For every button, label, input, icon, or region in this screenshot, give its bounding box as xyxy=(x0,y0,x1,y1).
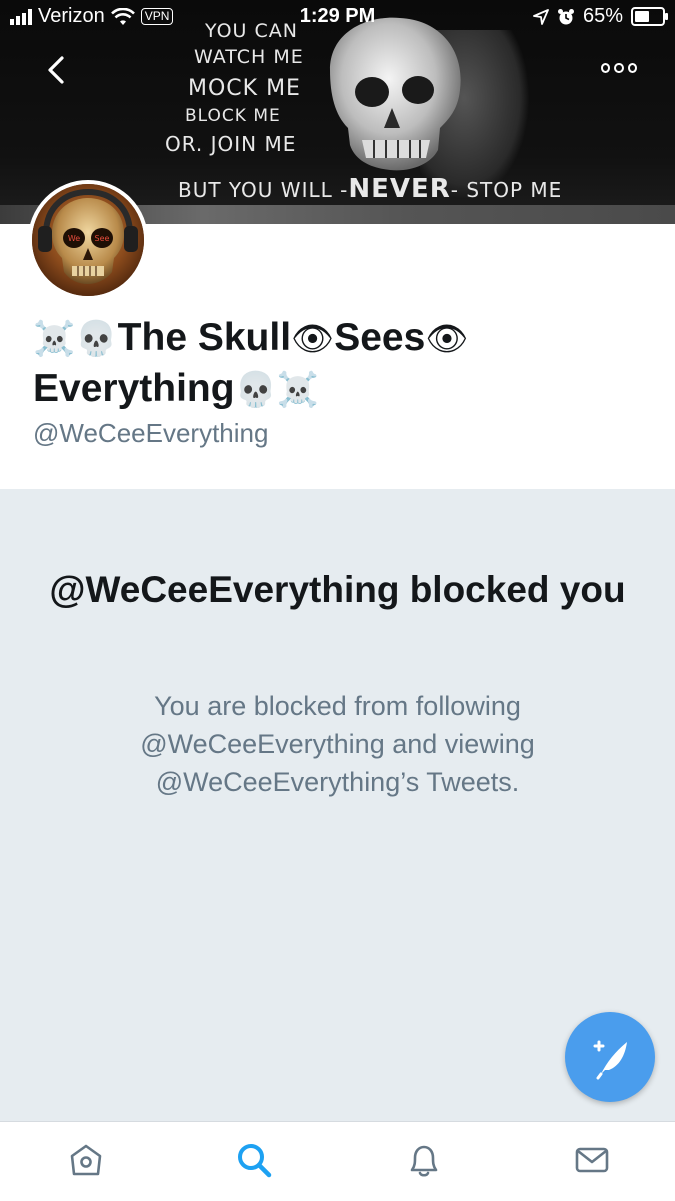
search-icon xyxy=(238,1144,272,1178)
tab-notifications[interactable] xyxy=(402,1138,446,1182)
display-name-text: The Skull xyxy=(117,316,292,359)
home-icon xyxy=(70,1144,102,1176)
more-options-button[interactable] xyxy=(601,58,637,78)
profile-handle: @WeCeeEverything xyxy=(33,418,269,448)
status-bar: Verizon VPN 1:29 PM 65% xyxy=(0,0,675,34)
avatar-skull-image: We See xyxy=(32,184,144,296)
bell-icon xyxy=(410,1145,438,1177)
tab-messages[interactable] xyxy=(570,1138,614,1182)
tab-home[interactable] xyxy=(64,1138,108,1182)
display-name-text: Sees xyxy=(334,316,426,359)
compose-tweet-button[interactable] xyxy=(565,1012,655,1102)
banner-bottom-suffix: - STOP ME xyxy=(450,178,563,202)
more-dot-icon xyxy=(601,63,611,73)
skull-crossbones-emoji: ☠️💀 xyxy=(33,319,118,359)
eye-emoji: 👁 xyxy=(291,319,335,359)
tab-search[interactable] xyxy=(232,1138,276,1182)
chevron-left-icon xyxy=(48,56,64,84)
skull-emoji: 💀☠️ xyxy=(234,370,320,410)
eye-emoji: 👁 xyxy=(425,319,469,359)
banner-never-text: NEVER xyxy=(348,174,451,204)
battery-fill xyxy=(635,11,649,22)
banner-text-line: OR. JOIN ME xyxy=(165,132,297,156)
more-dot-icon xyxy=(614,63,624,73)
blocked-title: @WeCeeEverything blocked you xyxy=(49,569,626,610)
alarm-icon xyxy=(557,8,574,24)
location-arrow-icon xyxy=(533,8,549,25)
more-dot-icon xyxy=(627,63,637,73)
avatar-label-we: We xyxy=(68,234,80,243)
back-button[interactable] xyxy=(36,50,80,90)
battery-percent: 65% xyxy=(582,5,623,27)
blocked-description: You are blocked from following @WeCeeEve… xyxy=(140,691,535,797)
banner-text-line: MOCK ME xyxy=(188,76,301,101)
banner-text-line: WATCH ME xyxy=(194,46,304,68)
banner-text-line: BLOCK ME xyxy=(185,106,281,126)
battery-icon xyxy=(631,7,668,26)
avatar-label-see: See xyxy=(95,234,110,243)
profile-display-name: ☠️💀The Skull👁Sees👁 Everything💀☠️ xyxy=(33,313,633,415)
status-bar-right: 65% xyxy=(533,5,668,28)
envelope-icon xyxy=(575,1147,609,1173)
display-name-text: Everything xyxy=(33,367,235,410)
avatar[interactable]: We See xyxy=(28,180,148,300)
banner-skull-image xyxy=(330,17,461,171)
banner-bottom-line: BUT YOU WILL -NEVER- STOP ME xyxy=(178,174,562,204)
compose-feather-icon xyxy=(593,1040,627,1080)
bottom-tab-bar xyxy=(0,1121,675,1201)
banner-bottom-prefix: BUT YOU WILL - xyxy=(178,178,349,202)
